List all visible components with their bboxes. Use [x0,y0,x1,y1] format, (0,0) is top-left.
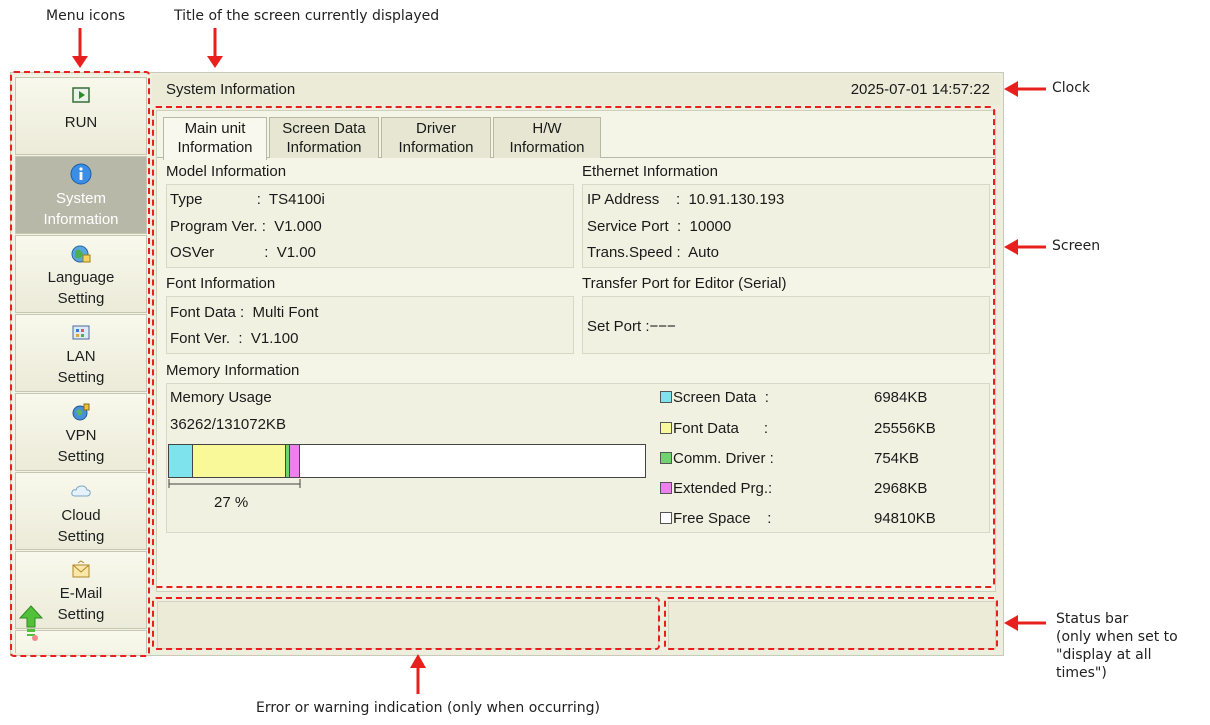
annotation-arrows [72,28,1046,694]
